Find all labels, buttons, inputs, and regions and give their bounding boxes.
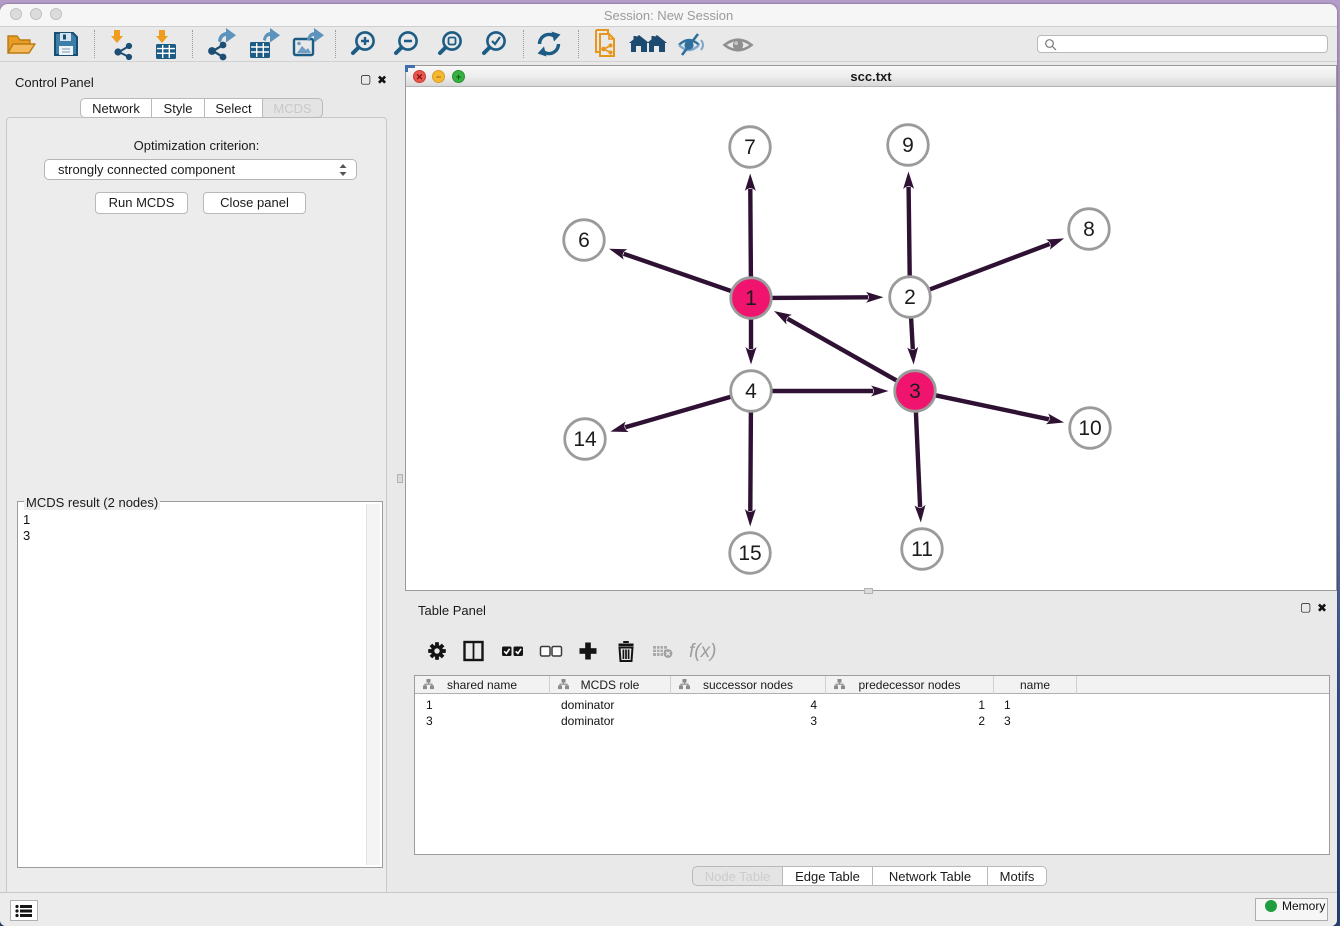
- svg-text:f(x): f(x): [689, 641, 716, 662]
- svg-text:14: 14: [573, 428, 597, 451]
- svg-text:8: 8: [1083, 218, 1095, 241]
- svg-text:4: 4: [745, 380, 757, 403]
- svg-text:9: 9: [902, 134, 914, 157]
- svg-text:6: 6: [578, 229, 590, 252]
- svg-text:7: 7: [744, 136, 756, 159]
- svg-text:3: 3: [909, 380, 921, 403]
- svg-text:1: 1: [745, 287, 757, 310]
- svg-text:15: 15: [738, 542, 761, 565]
- svg-text:10: 10: [1078, 417, 1101, 440]
- svg-text:2: 2: [904, 286, 916, 309]
- svg-text:11: 11: [911, 538, 933, 561]
